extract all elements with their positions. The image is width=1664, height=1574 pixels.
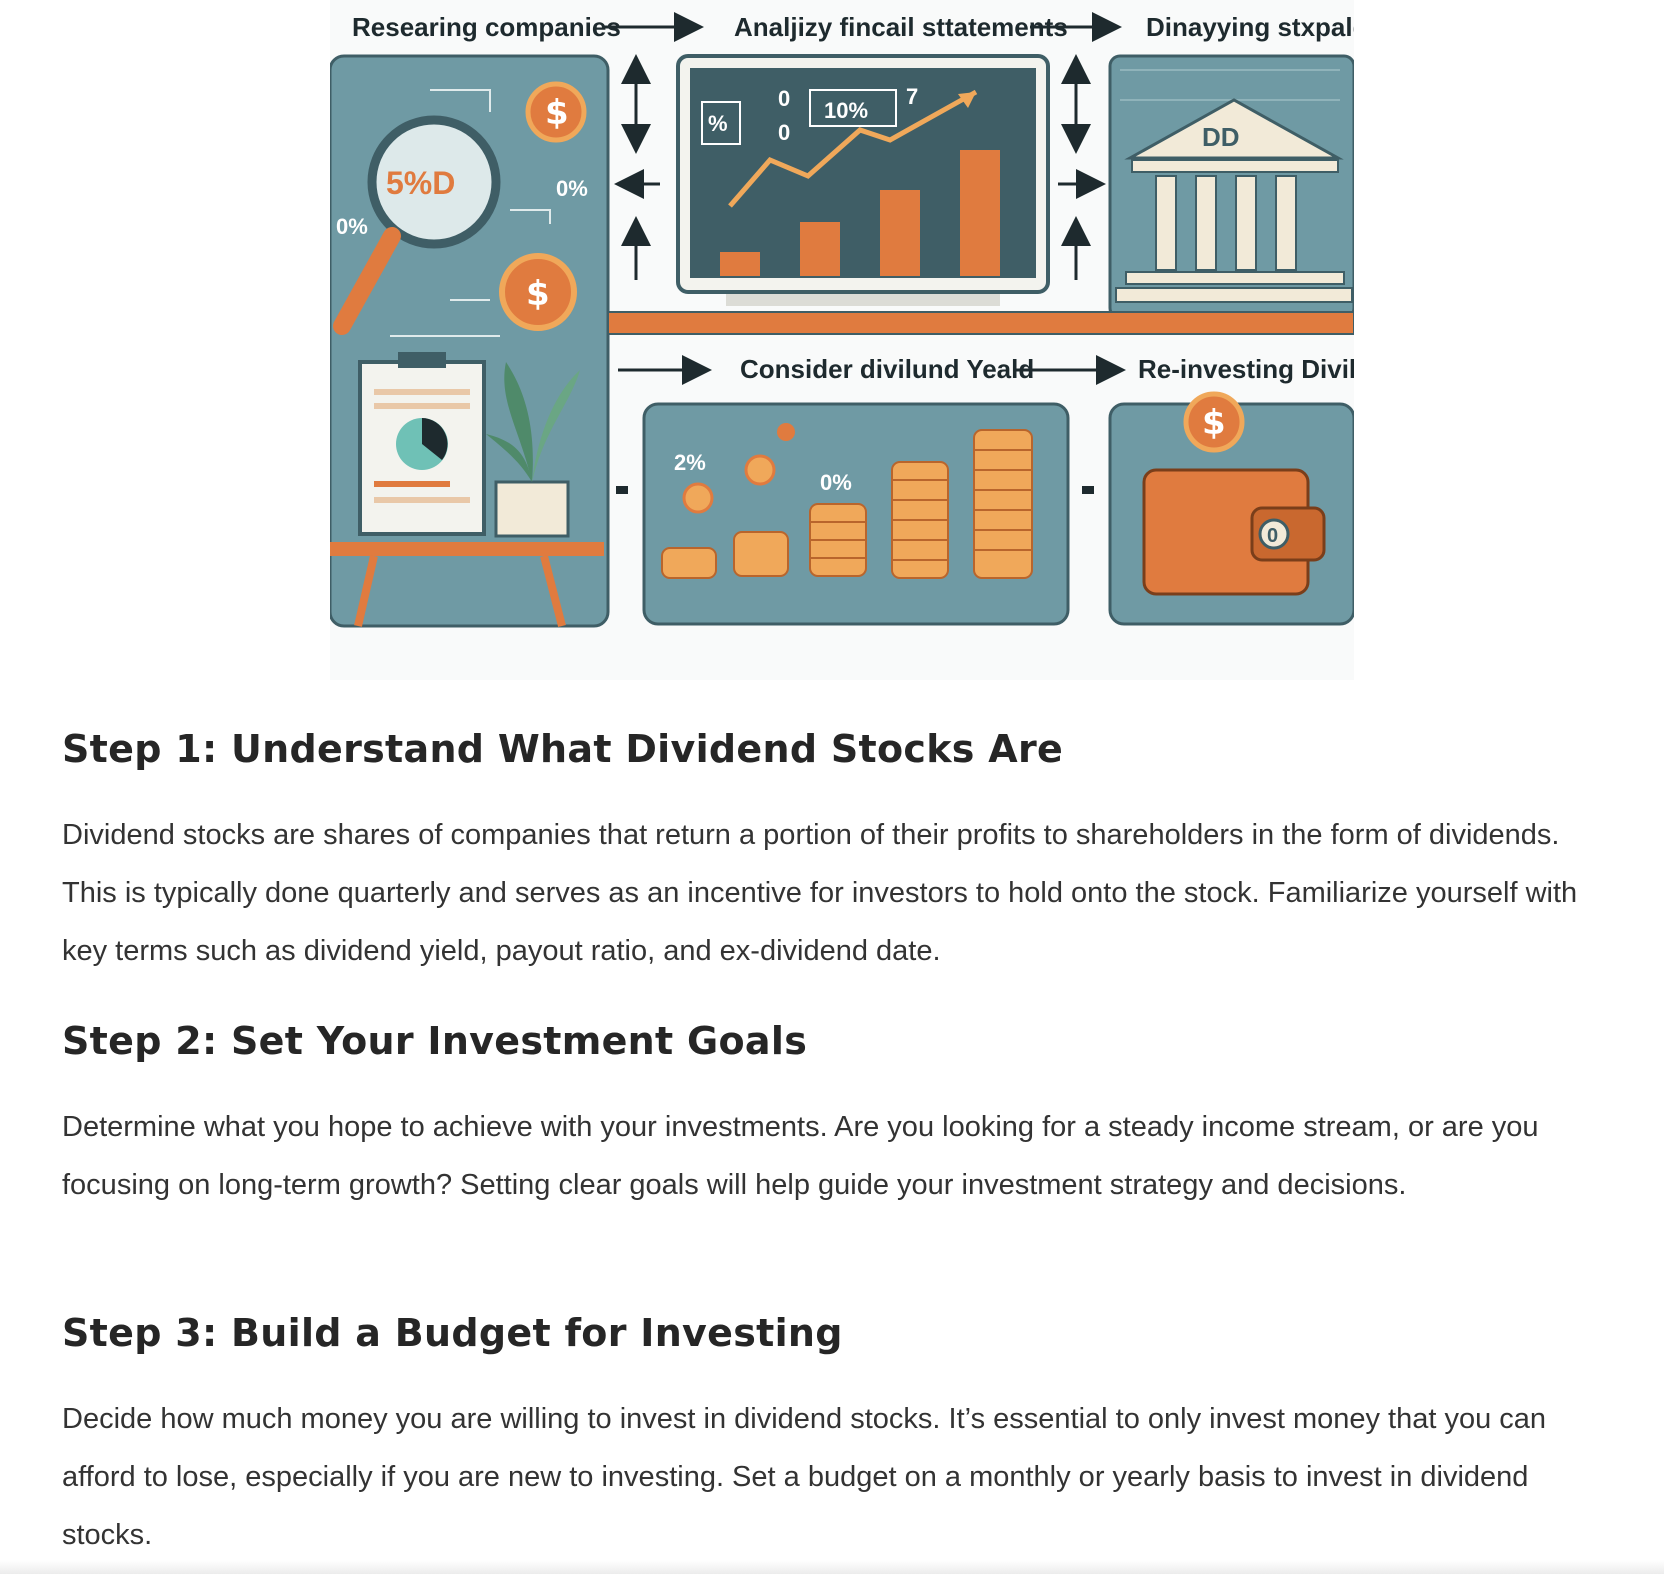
svg-text:$: $	[526, 274, 550, 314]
chart-bar	[960, 150, 1000, 276]
label-consider-yield: Consider divilund Yeald	[740, 354, 1034, 384]
step-3-heading: Step 3: Build a Budget for Investing	[62, 1311, 843, 1355]
zero-label: 0	[778, 120, 790, 145]
dividend-yield-panel: 2% 0%	[642, 402, 1070, 626]
page: Researing companies Analjizy fincail stt…	[0, 0, 1664, 1574]
label-analyzing-statements: Analjizy fincail sttatements	[734, 12, 1068, 42]
reinvesting-panel: $ 0	[1108, 391, 1354, 626]
percent-label: 0%	[556, 176, 588, 201]
percent-box: %	[708, 111, 728, 136]
dividend-process-infographic: Researing companies Analjizy fincail stt…	[330, 0, 1354, 680]
zero-label: 0	[778, 86, 790, 111]
seven-label: 7	[906, 84, 918, 109]
step-2-heading: Step 2: Set Your Investment Goals	[62, 1019, 808, 1063]
dividend-bank-panel: DD	[1108, 54, 1354, 320]
label-researching-companies: Researing companies	[352, 12, 621, 42]
divider-bar	[607, 311, 1354, 335]
chart-bar	[720, 252, 760, 276]
yield-label: 0%	[820, 470, 852, 495]
research-panel: 5%D $ $ 0% 0%	[330, 54, 610, 628]
label-dividend-payout: Dinayying stxpald	[1146, 12, 1354, 42]
percent-label: 0%	[336, 214, 368, 239]
plant-pot-icon	[494, 480, 570, 538]
yield-label: 2%	[674, 450, 706, 475]
ten-percent-label: 10%	[824, 98, 868, 123]
step-1-paragraph: Dividend stocks are shares of companies …	[62, 819, 1578, 967]
chart-bar	[800, 222, 840, 276]
bank-sign: DD	[1202, 122, 1240, 152]
chart-bar	[880, 190, 920, 276]
svg-text:$: $	[545, 93, 569, 133]
wallet-clasp: 0	[1267, 525, 1278, 547]
magnifier-text: 5%D	[386, 165, 455, 201]
bottom-edge-shadow	[0, 1560, 1664, 1574]
financial-statements-panel: % 0 0 10% 7	[676, 54, 1050, 306]
step-2-paragraph: Determine what you hope to achieve with …	[62, 1111, 1539, 1201]
infographic-canvas: Researing companies Analjizy fincail stt…	[330, 12, 1354, 628]
step-3-paragraph: Decide how much money you are willing to…	[62, 1403, 1547, 1551]
desk-icon	[330, 542, 604, 556]
label-reinvesting-dividends: Re-investing Divildin	[1138, 354, 1354, 384]
svg-text:$: $	[1202, 403, 1226, 443]
step-1-heading: Step 1: Understand What Dividend Stocks …	[62, 727, 1064, 771]
